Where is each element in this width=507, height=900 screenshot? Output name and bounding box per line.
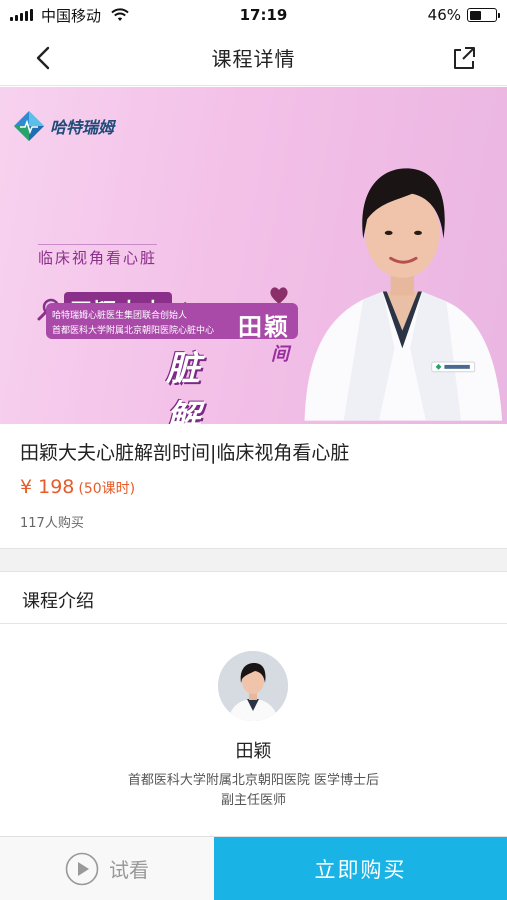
trial-label: 试看 [109, 858, 149, 882]
teacher-card: 田颖 首都医科大学附属北京朝阳医院 医学博士后 副主任医师 [0, 625, 507, 835]
course-banner: 哈特瑞姆 田颖大夫 心脏解剖 时间 临床视角看心脏 哈特瑞姆心脏医生集团联合创始… [0, 87, 507, 424]
course-lessons: (50课时) [78, 481, 136, 497]
buy-now-button[interactable]: 立即购买 [214, 837, 507, 900]
brand-name: 哈特瑞姆 [50, 118, 115, 137]
doctor-role-1: 哈特瑞姆心脏医生集团联合创始人 [52, 311, 188, 321]
doctor-tag: 哈特瑞姆心脏医生集团联合创始人 首都医科大学附属北京朝阳医院心脏中心 田颖 [46, 303, 298, 341]
battery-icon [467, 8, 500, 22]
buyers-count: 117人购买 [20, 516, 84, 531]
course-price: ¥ 198 [20, 476, 75, 498]
status-right: 46% [377, 6, 500, 24]
brand-logo: 哈特瑞姆 [12, 109, 114, 143]
battery-percent: 46% [427, 6, 461, 24]
doctor-tag-name: 田颖 [238, 313, 290, 341]
teacher-institution: 首都医科大学附属北京朝阳医院 医学博士后 [127, 773, 380, 788]
avatar [218, 651, 288, 721]
teacher-title: 副主任医师 [220, 793, 286, 808]
wifi-icon [111, 8, 129, 21]
brand-diamond-icon [14, 111, 44, 141]
price-row: ¥ 198 (50课时) [20, 476, 135, 498]
teacher-avatar-image [218, 651, 288, 721]
course-info: 田颖大夫心脏解剖时间|临床视角看心脏 ¥ 198 (50课时) 117人购买 [0, 424, 507, 548]
signal-icon [10, 9, 33, 21]
trial-button[interactable]: 试看 [0, 837, 214, 900]
chevron-left-icon[interactable] [32, 46, 56, 70]
headline-subtitle: 临床视角看心脏 [38, 244, 158, 268]
bottom-action-bar: 试看 立即购买 [0, 836, 507, 900]
intro-section-header: 课程介绍 [0, 572, 507, 624]
battery-fill [469, 10, 481, 20]
buy-label: 立即购买 [314, 857, 407, 882]
doctor-portrait [304, 168, 503, 421]
doctor-role-2: 首都医科大学附属北京朝阳医院心脏中心 [52, 326, 215, 336]
teacher-name: 田颖 [235, 741, 272, 762]
play-icon [65, 852, 99, 885]
status-bar: 中国移动 17:19 46% [0, 0, 507, 30]
section-divider [0, 548, 507, 572]
share-icon[interactable] [451, 45, 477, 71]
carrier-label: 中国移动 [41, 6, 102, 25]
status-time: 17:19 [239, 6, 288, 24]
intro-section-title: 课程介绍 [22, 591, 94, 612]
page-title: 课程详情 [211, 47, 296, 71]
nav-bar: 课程详情 [0, 30, 507, 86]
course-title: 田颖大夫心脏解剖时间|临床视角看心脏 [20, 442, 350, 464]
